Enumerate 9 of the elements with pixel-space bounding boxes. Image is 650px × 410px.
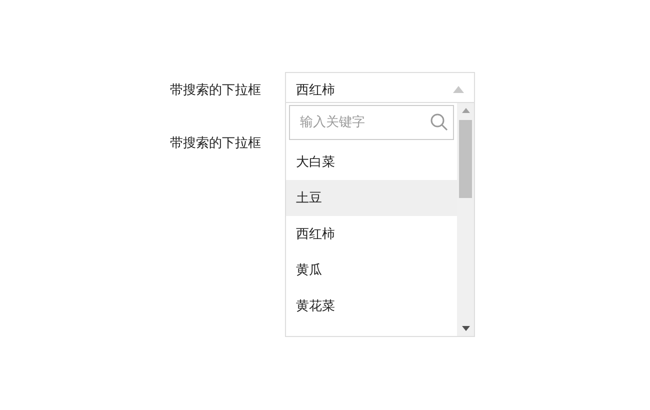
scrollbar[interactable] xyxy=(457,103,474,336)
search-icon xyxy=(430,113,448,131)
caret-icon xyxy=(453,86,464,93)
dropdown-option[interactable]: 土豆 xyxy=(286,180,457,216)
field-label: 带搜索的下拉框 xyxy=(170,134,262,152)
scrollbar-thumb[interactable] xyxy=(459,120,472,198)
search-field[interactable]: 输入关键字 xyxy=(289,105,454,140)
field-label: 带搜索的下拉框 xyxy=(170,82,262,98)
scroll-down-icon[interactable] xyxy=(462,326,470,331)
